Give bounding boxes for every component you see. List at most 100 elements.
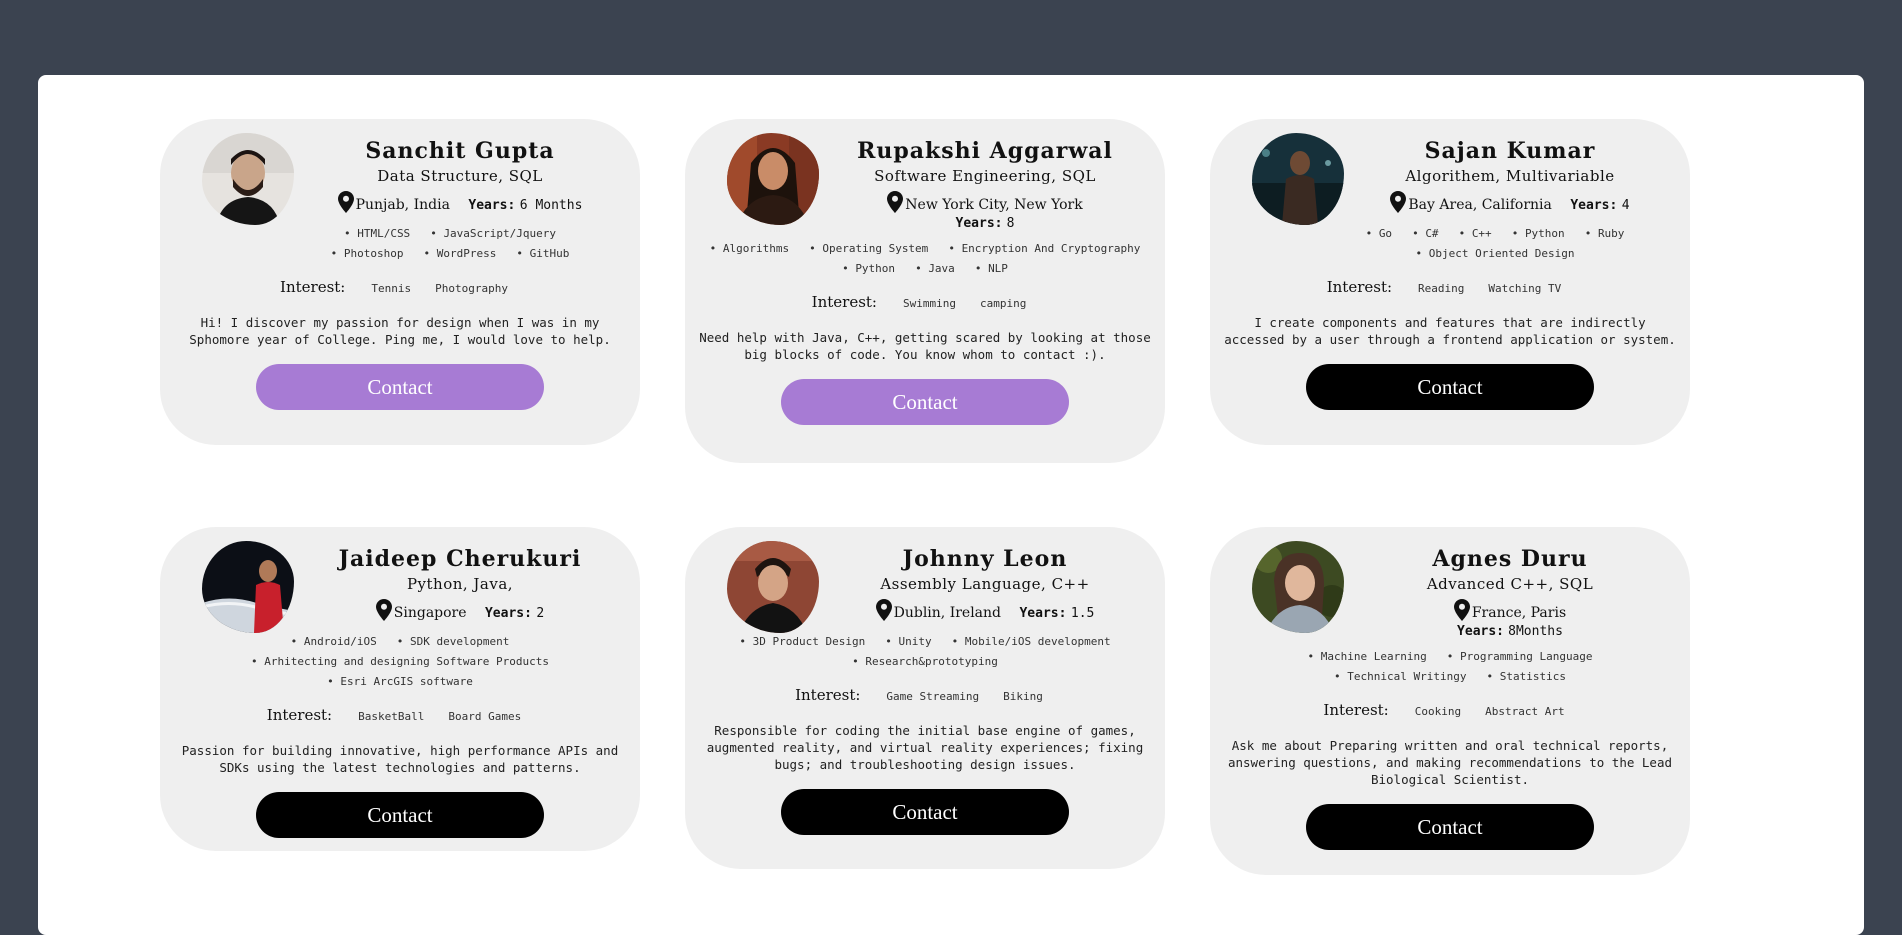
years-line: Years: 8 — [835, 215, 1135, 233]
location-pin-icon — [1453, 599, 1470, 621]
skill-tag: Python — [842, 259, 895, 279]
profile-card: Sajan Kumar Algorithem, Multivariable Ba… — [1210, 119, 1690, 445]
years-value: 6 Months — [519, 198, 583, 213]
skill-tag: Java — [915, 259, 955, 279]
profile-bio: Need help with Java, C++, getting scared… — [699, 330, 1151, 362]
skill-tag: GitHub — [516, 244, 570, 264]
profile-name: Sanchit Gupta — [365, 138, 555, 164]
profile-card: Johnny Leon Assembly Language, C++ Dubli… — [685, 527, 1165, 869]
interest-item: Biking — [1003, 690, 1043, 703]
skill-tag: WordPress — [424, 244, 497, 264]
years-value: 4 — [1621, 198, 1630, 213]
location-text: Punjab, India — [355, 197, 450, 213]
skill-tags: 3D Product Design Unity Mobile/iOS develop… — [725, 632, 1125, 672]
interest-item: Swimming — [902, 297, 956, 310]
years-label: Years: — [955, 216, 1003, 231]
years-line: Years: 8Months — [1360, 623, 1660, 641]
profile-card: Sanchit Gupta Data Structure, SQL Punjab… — [160, 119, 640, 445]
location-line: Dublin, Ireland Years: 1.5 — [835, 599, 1135, 624]
contact-button[interactable]: Contact — [256, 364, 544, 410]
skill-tag: 3D Product Design — [739, 632, 866, 652]
contact-button[interactable]: Contact — [781, 789, 1069, 835]
interest-item: Tennis — [371, 282, 412, 295]
profile-bio: Responsible for coding the initial base … — [706, 723, 1144, 772]
years-value: 1.5 — [1070, 606, 1095, 621]
interest-label: Interest: — [795, 686, 861, 704]
skill-tag: Ruby — [1585, 224, 1625, 244]
profile-name: Jaideep Cherukuri — [338, 546, 582, 572]
years-label: Years: — [468, 198, 516, 213]
profile-bio: I create components and features that ar… — [1224, 315, 1676, 347]
profile-bio: Passion for building innovative, high pe… — [181, 743, 619, 775]
skill-tag: Object Oriented Design — [1416, 244, 1575, 264]
years-label: Years: — [484, 606, 532, 621]
location-text: Bay Area, California — [1408, 197, 1552, 213]
skill-tag: SDK development — [397, 632, 509, 652]
profile-name: Agnes Duru — [1432, 546, 1588, 572]
interest-row: Interest: Tennis Photography — [160, 276, 640, 300]
profile-bio: Hi! I discover my passion for design whe… — [189, 315, 611, 347]
skill-tag: Encryption And Cryptography — [948, 239, 1141, 259]
interest-item: Cooking — [1414, 705, 1462, 718]
contact-button[interactable]: Contact — [256, 792, 544, 838]
profile-bio: Ask me about Preparing written and oral … — [1227, 738, 1672, 787]
profile-skills: Data Structure, SQL — [377, 167, 543, 185]
skill-tag: Unity — [885, 632, 932, 652]
profile-skills: Advanced C++, SQL — [1426, 575, 1594, 593]
skill-tag: HTML/CSS — [344, 224, 410, 244]
contact-button[interactable]: Contact — [781, 379, 1069, 425]
profile-card: Rupakshi Aggarwal Software Engineering, … — [685, 119, 1165, 463]
interest-item: Game Streaming — [886, 690, 980, 703]
location-text: France, Paris — [1471, 605, 1567, 621]
location-text: Singapore — [393, 605, 467, 621]
skill-tag: Technical Writingy — [1334, 667, 1466, 687]
interest-item: camping — [979, 297, 1027, 310]
contact-button[interactable]: Contact — [1306, 364, 1594, 410]
interest-item: Photography — [435, 282, 508, 295]
interest-label: Interest: — [811, 293, 877, 311]
location-pin-icon — [875, 599, 892, 621]
skill-tag: Operating System — [809, 239, 928, 259]
years-value: 8 — [1006, 216, 1015, 231]
skill-tags: Android/iOS SDK developmentArhitecting an… — [180, 632, 620, 692]
location-line: Bay Area, California Years: 4 — [1360, 191, 1660, 216]
profile-name: Johnny Leon — [902, 546, 1068, 572]
skill-tag: Mobile/iOS development — [952, 632, 1111, 652]
profile-name: Sajan Kumar — [1424, 138, 1596, 164]
interest-row: Interest: Swimming camping — [685, 291, 1165, 315]
interest-item: Watching TV — [1488, 282, 1562, 295]
location-line: France, Paris — [1360, 599, 1660, 623]
contact-button[interactable]: Contact — [1306, 804, 1594, 850]
interest-item: Board Games — [448, 710, 522, 723]
years-label: Years: — [1457, 624, 1505, 639]
location-line: Singapore Years: 2 — [310, 599, 610, 624]
skill-tag: Programming Language — [1447, 647, 1592, 667]
skill-tag: JavaScript/Jquery — [430, 224, 556, 244]
interest-row: Interest: BasketBall Board Games — [160, 704, 640, 728]
interest-item: Reading — [1418, 282, 1465, 295]
skill-tag: C++ — [1459, 224, 1492, 244]
interest-row: Interest: Cooking Abstract Art — [1210, 699, 1690, 723]
location-pin-icon — [337, 191, 354, 213]
location-pin-icon — [887, 191, 904, 213]
skill-tag: Research&prototyping — [852, 652, 997, 672]
years-value: 8Months — [1508, 624, 1563, 639]
location-line: Punjab, India Years: 6 Months — [310, 191, 610, 216]
profile-skills: Software Engineering, SQL — [874, 167, 1096, 185]
location-text: New York City, New York — [905, 197, 1083, 213]
skill-tags: Algorithms Operating System Encryption And… — [689, 239, 1161, 279]
skill-tags: Go C# C++ Python Ruby Object Oriented Design — [1340, 224, 1650, 264]
years-label: Years: — [1019, 606, 1067, 621]
skill-tag: Statistics — [1486, 667, 1566, 687]
skill-tags: HTML/CSS JavaScript/Jquery Photoshop WordPr… — [300, 224, 600, 264]
profile-skills: Algorithem, Multivariable — [1405, 167, 1615, 185]
main-panel: Sanchit Gupta Data Structure, SQL Punjab… — [38, 75, 1864, 935]
location-pin-icon — [375, 599, 392, 621]
skill-tag: Android/iOS — [291, 632, 377, 652]
interest-item: BasketBall — [358, 710, 425, 723]
profile-card: Jaideep Cherukuri Python, Java, Singapor… — [160, 527, 640, 851]
skill-tag: Machine Learning — [1308, 647, 1427, 667]
interest-row: Interest: Reading Watching TV — [1210, 276, 1690, 300]
profile-skills: Python, Java, — [406, 575, 514, 593]
interest-row: Interest: Game Streaming Biking — [685, 684, 1165, 708]
